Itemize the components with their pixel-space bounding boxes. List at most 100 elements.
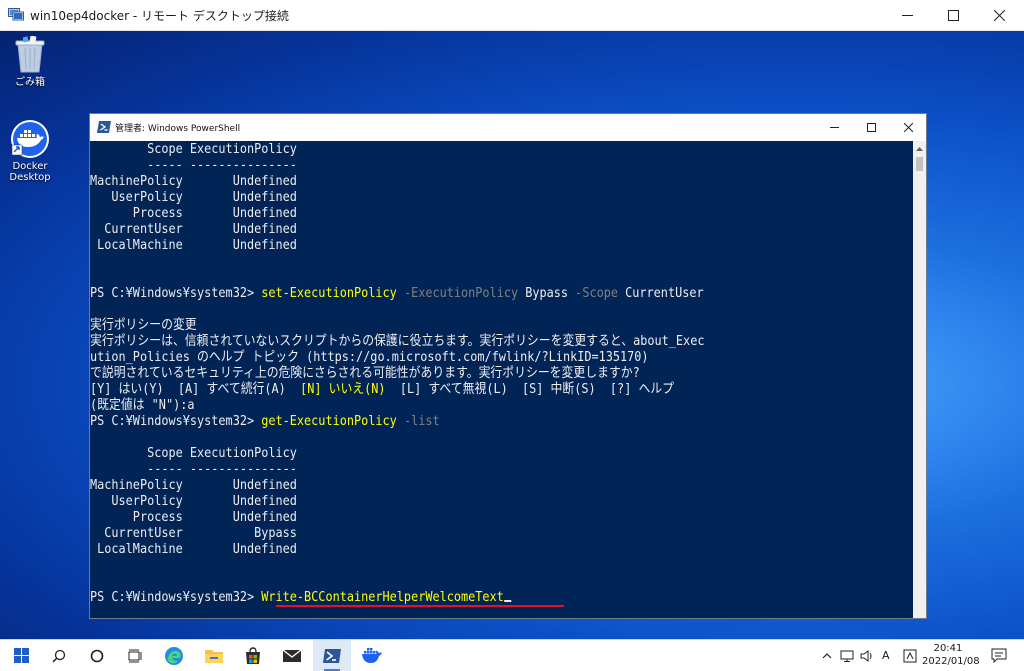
minimize-button[interactable]	[884, 0, 930, 31]
command-token: get-ExecutionPolicy	[261, 414, 397, 429]
docker-icon	[362, 647, 382, 663]
text-cursor	[503, 600, 511, 602]
console-line: LocalMachine Undefined	[90, 238, 297, 254]
taskbar-app-powershell[interactable]	[313, 640, 351, 671]
console-text: 実行ポリシーの変更	[90, 318, 197, 333]
rdp-title-bar: win10ep4docker - リモート デスクトップ接続	[0, 0, 1024, 31]
remote-desktop-icon	[8, 8, 24, 21]
ps-maximize-button[interactable]	[854, 114, 888, 141]
taskbar: A 20:41 2022/01/08	[0, 639, 1024, 671]
console-line: ----- ---------------	[90, 158, 297, 174]
powershell-icon	[323, 648, 341, 663]
parameter-token: -Scope	[575, 286, 618, 301]
taskbar-app-docker[interactable]	[353, 640, 391, 671]
console-text: CurrentUser	[617, 286, 704, 301]
command-token: Write-BCContainerHelperWelcomeText	[261, 590, 504, 605]
console-line: 実行ポリシーの変更	[90, 318, 197, 334]
console-text: UserPolicy Undefined	[90, 494, 297, 509]
console-line: ution_Policies のヘルプ トピック (https://go.mic…	[90, 350, 649, 366]
desktop-icon-recycle-bin[interactable]: ごみ箱	[0, 36, 60, 88]
console-line: CurrentUser Bypass	[90, 526, 297, 542]
ps-minimize-button[interactable]	[817, 114, 851, 141]
console-text: PS C:¥Windows¥system32>	[90, 286, 262, 301]
console-text: LocalMachine Undefined	[90, 542, 297, 557]
console-text: Process Undefined	[90, 206, 297, 221]
search-button[interactable]	[40, 640, 78, 671]
vertical-scrollbar[interactable]	[913, 141, 926, 618]
powershell-title: 管理者: Windows PowerShell	[115, 124, 241, 134]
console-text: Scope ExecutionPolicy	[90, 446, 297, 461]
taskbar-app-edge[interactable]	[155, 640, 193, 671]
network-status[interactable]	[838, 640, 856, 671]
ps-close-button[interactable]	[891, 114, 925, 141]
task-view-button[interactable]	[116, 640, 154, 671]
console-line: ----- ---------------	[90, 462, 297, 478]
docker-icon	[11, 120, 49, 158]
console-line: Process Undefined	[90, 206, 297, 222]
console-text: CurrentUser Undefined	[90, 222, 297, 237]
console-line: Process Undefined	[90, 510, 297, 526]
task-view-icon	[128, 649, 142, 662]
minimize-icon	[829, 127, 839, 128]
ime-icon	[903, 649, 917, 662]
cortana-button[interactable]	[78, 640, 116, 671]
console-text: ----- ---------------	[90, 462, 297, 477]
console-line: PS C:¥Windows¥system32> get-ExecutionPol…	[90, 414, 440, 430]
maximize-icon	[947, 10, 959, 21]
powershell-title-bar[interactable]: 管理者: Windows PowerShell	[90, 114, 926, 141]
console-line: [Y] はい(Y) [A] すべて続行(A) [N] いいえ(N) [L] すべ…	[90, 382, 674, 398]
search-icon	[52, 649, 66, 663]
maximize-button[interactable]	[930, 0, 976, 31]
desktop-icon-label: Docker	[12, 161, 48, 172]
minimize-icon	[901, 15, 913, 16]
speaker-icon	[860, 649, 872, 662]
console-line: (既定値は "N"):a	[90, 398, 194, 414]
console-text: UserPolicy Undefined	[90, 190, 297, 205]
console-line: MachinePolicy Undefined	[90, 478, 297, 494]
network-icon	[840, 650, 854, 662]
console-text: (既定値は "N"):a	[90, 398, 195, 413]
taskbar-app-store[interactable]	[234, 640, 272, 671]
console-line: 実行ポリシーは、信頼されていないスクリプトからの保護に役立ちます。実行ポリシーを…	[90, 334, 704, 350]
start-button[interactable]	[2, 640, 40, 671]
desktop-icon-docker-desktop[interactable]: Docker Desktop	[0, 119, 60, 183]
desktop: ごみ箱 Docker Desktop 管理者: Windows PowerShe…	[0, 31, 1024, 639]
maximize-icon	[866, 123, 876, 132]
close-button[interactable]	[976, 0, 1022, 31]
console-line: UserPolicy Undefined	[90, 494, 297, 510]
console-text: CurrentUser Bypass	[90, 526, 297, 541]
taskbar-app-mail[interactable]	[273, 640, 311, 671]
show-hidden-icons-button[interactable]	[818, 640, 836, 671]
console-line: CurrentUser Undefined	[90, 222, 297, 238]
volume-control[interactable]	[858, 640, 876, 671]
notification-icon	[991, 648, 1007, 663]
ime-indicator[interactable]	[900, 640, 920, 671]
console-text: MachinePolicy Undefined	[90, 174, 297, 189]
desktop-icon-label: Desktop	[9, 172, 51, 183]
console-output[interactable]: Scope ExecutionPolicy ----- ------------…	[90, 141, 913, 618]
cortana-icon	[90, 649, 104, 662]
console-text: LocalMachine Undefined	[90, 238, 297, 253]
mail-icon	[282, 648, 302, 662]
window-title: win10ep4docker - リモート デスクトップ接続	[30, 9, 289, 23]
chevron-up-icon	[822, 652, 832, 658]
scroll-up-arrow-icon[interactable]	[913, 143, 926, 155]
input-method-indicator[interactable]: A	[882, 649, 890, 662]
clock[interactable]: 20:41 2022/01/08	[922, 642, 980, 668]
console-text: Scope ExecutionPolicy	[90, 142, 297, 157]
scrollbar-thumb[interactable]	[916, 157, 923, 171]
command-token: [N] いいえ(N)	[300, 382, 386, 397]
clock-date: 2022/01/08	[922, 656, 980, 667]
close-icon	[993, 10, 1005, 21]
folder-icon	[205, 649, 223, 663]
powershell-window[interactable]: 管理者: Windows PowerShell Scope ExecutionP…	[89, 113, 927, 619]
notification-center-button[interactable]	[984, 640, 1014, 671]
taskbar-app-explorer[interactable]	[195, 640, 233, 671]
console-text: Bypass	[518, 286, 576, 301]
console-line: Scope ExecutionPolicy	[90, 446, 297, 462]
edge-icon	[165, 646, 183, 665]
console-text: [Y] はい(Y) [A] すべて続行(A)	[90, 382, 301, 397]
console-text: PS C:¥Windows¥system32>	[90, 414, 262, 429]
console-line: MachinePolicy Undefined	[90, 174, 297, 190]
